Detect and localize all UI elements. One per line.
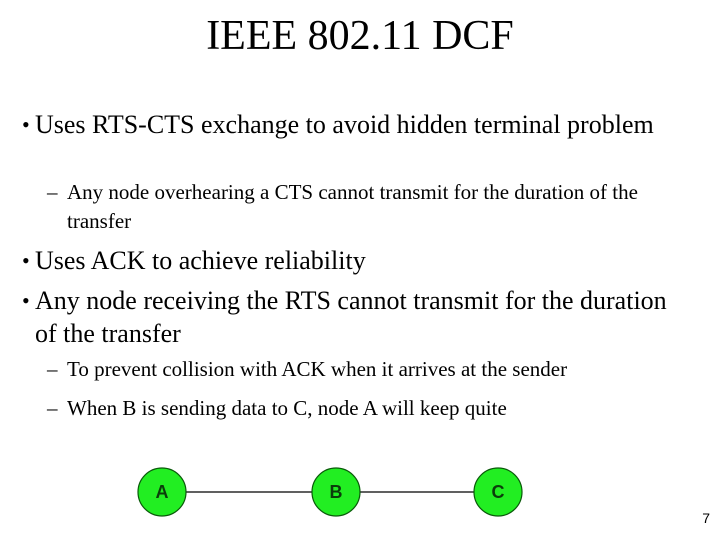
node-a: A bbox=[137, 467, 187, 517]
node-label: B bbox=[330, 482, 343, 502]
node-diagram: A B C bbox=[137, 467, 523, 517]
node-b: B bbox=[311, 467, 361, 517]
node-c: C bbox=[473, 467, 523, 517]
node-label: C bbox=[492, 482, 505, 502]
page-number: 7 bbox=[702, 510, 710, 526]
node-label: A bbox=[156, 482, 169, 502]
